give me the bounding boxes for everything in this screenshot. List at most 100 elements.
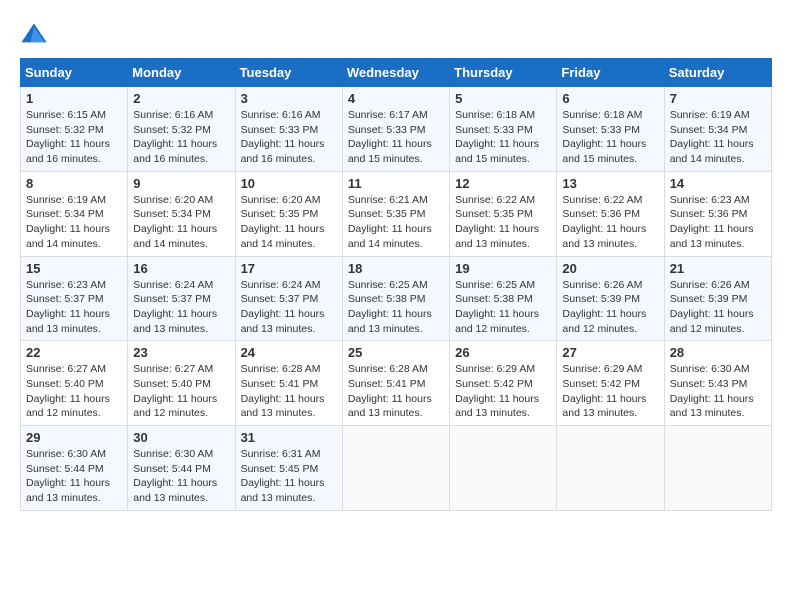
day-number: 15 <box>26 261 122 276</box>
day-info: Sunrise: 6:25 AMSunset: 5:38 PMDaylight:… <box>455 278 551 337</box>
day-number: 27 <box>562 345 658 360</box>
day-info: Sunrise: 6:27 AMSunset: 5:40 PMDaylight:… <box>26 362 122 421</box>
calendar-cell: 21 Sunrise: 6:26 AMSunset: 5:39 PMDayligh… <box>664 256 771 341</box>
calendar-cell: 9Sunrise: 6:20 AMSunset: 5:34 PMDaylight… <box>128 171 235 256</box>
day-info: Sunrise: 6:16 AMSunset: 5:32 PMDaylight:… <box>133 108 229 167</box>
calendar-cell: 26 Sunrise: 6:29 AMSunset: 5:42 PMDayligh… <box>450 341 557 426</box>
calendar-cell: 4 Sunrise: 6:17 AMSunset: 5:33 PMDaylight… <box>342 87 449 172</box>
day-info: Sunrise: 6:24 AMSunset: 5:37 PMDaylight:… <box>133 278 229 337</box>
calendar-cell: 27 Sunrise: 6:29 AMSunset: 5:42 PMDayligh… <box>557 341 664 426</box>
calendar-cell: 25 Sunrise: 6:28 AMSunset: 5:41 PMDayligh… <box>342 341 449 426</box>
calendar-cell: 23 Sunrise: 6:27 AMSunset: 5:40 PMDayligh… <box>128 341 235 426</box>
day-number: 3 <box>241 91 337 106</box>
calendar-week-4: 22 Sunrise: 6:27 AMSunset: 5:40 PMDayligh… <box>21 341 772 426</box>
day-info: Sunrise: 6:18 AMSunset: 5:33 PMDaylight:… <box>562 108 658 167</box>
calendar-cell: 7Sunrise: 6:19 AMSunset: 5:34 PMDaylight… <box>664 87 771 172</box>
day-number: 24 <box>241 345 337 360</box>
calendar-table: SundayMondayTuesdayWednesdayThursdayFrid… <box>20 58 772 511</box>
day-number: 14 <box>670 176 766 191</box>
calendar-cell: 5 Sunrise: 6:18 AMSunset: 5:33 PMDaylight… <box>450 87 557 172</box>
calendar-cell: 2 Sunrise: 6:16 AMSunset: 5:32 PMDaylight… <box>128 87 235 172</box>
day-info: Sunrise: 6:20 AMSunset: 5:35 PMDaylight:… <box>241 193 337 252</box>
day-number: 13 <box>562 176 658 191</box>
day-number: 30 <box>133 430 229 445</box>
day-number: 2 <box>133 91 229 106</box>
day-number: 26 <box>455 345 551 360</box>
calendar-cell: 11 Sunrise: 6:21 AMSunset: 5:35 PMDayligh… <box>342 171 449 256</box>
day-number: 20 <box>562 261 658 276</box>
day-info: Sunrise: 6:19 AMSunset: 5:34 PMDaylight:… <box>670 108 766 167</box>
day-number: 22 <box>26 345 122 360</box>
day-number: 21 <box>670 261 766 276</box>
calendar-cell: 6 Sunrise: 6:18 AMSunset: 5:33 PMDaylight… <box>557 87 664 172</box>
calendar-cell: 28 Sunrise: 6:30 AMSunset: 5:43 PMDayligh… <box>664 341 771 426</box>
day-number: 1 <box>26 91 122 106</box>
day-info: Sunrise: 6:24 AMSunset: 5:37 PMDaylight:… <box>241 278 337 337</box>
calendar-cell: 24 Sunrise: 6:28 AMSunset: 5:41 PMDayligh… <box>235 341 342 426</box>
calendar-cell: 19 Sunrise: 6:25 AMSunset: 5:38 PMDayligh… <box>450 256 557 341</box>
day-number: 17 <box>241 261 337 276</box>
calendar-cell: 18 Sunrise: 6:25 AMSunset: 5:38 PMDayligh… <box>342 256 449 341</box>
day-info: Sunrise: 6:23 AMSunset: 5:36 PMDaylight:… <box>670 193 766 252</box>
calendar-cell: 20 Sunrise: 6:26 AMSunset: 5:39 PMDayligh… <box>557 256 664 341</box>
day-info: Sunrise: 6:30 AMSunset: 5:44 PMDaylight:… <box>133 447 229 506</box>
day-info: Sunrise: 6:18 AMSunset: 5:33 PMDaylight:… <box>455 108 551 167</box>
day-info: Sunrise: 6:29 AMSunset: 5:42 PMDaylight:… <box>455 362 551 421</box>
calendar-cell: 15 Sunrise: 6:23 AMSunset: 5:37 PMDayligh… <box>21 256 128 341</box>
weekday-header-friday: Friday <box>557 59 664 87</box>
weekday-header-wednesday: Wednesday <box>342 59 449 87</box>
calendar-cell <box>450 426 557 511</box>
day-info: Sunrise: 6:28 AMSunset: 5:41 PMDaylight:… <box>348 362 444 421</box>
day-number: 18 <box>348 261 444 276</box>
day-info: Sunrise: 6:22 AMSunset: 5:36 PMDaylight:… <box>562 193 658 252</box>
day-info: Sunrise: 6:26 AMSunset: 5:39 PMDaylight:… <box>670 278 766 337</box>
day-info: Sunrise: 6:21 AMSunset: 5:35 PMDaylight:… <box>348 193 444 252</box>
day-info: Sunrise: 6:20 AMSunset: 5:34 PMDaylight:… <box>133 193 229 252</box>
calendar-cell <box>557 426 664 511</box>
day-number: 25 <box>348 345 444 360</box>
day-info: Sunrise: 6:25 AMSunset: 5:38 PMDaylight:… <box>348 278 444 337</box>
day-number: 23 <box>133 345 229 360</box>
day-number: 10 <box>241 176 337 191</box>
calendar-cell <box>342 426 449 511</box>
page-header <box>20 20 772 48</box>
day-number: 4 <box>348 91 444 106</box>
weekday-header-sunday: Sunday <box>21 59 128 87</box>
day-info: Sunrise: 6:29 AMSunset: 5:42 PMDaylight:… <box>562 362 658 421</box>
calendar-cell: 22 Sunrise: 6:27 AMSunset: 5:40 PMDayligh… <box>21 341 128 426</box>
weekday-header-monday: Monday <box>128 59 235 87</box>
day-number: 19 <box>455 261 551 276</box>
day-info: Sunrise: 6:15 AMSunset: 5:32 PMDaylight:… <box>26 108 122 167</box>
calendar-cell: 8Sunrise: 6:19 AMSunset: 5:34 PMDaylight… <box>21 171 128 256</box>
day-number: 31 <box>241 430 337 445</box>
calendar-cell: 29 Sunrise: 6:30 AMSunset: 5:44 PMDayligh… <box>21 426 128 511</box>
day-number: 12 <box>455 176 551 191</box>
logo-icon <box>20 20 48 48</box>
calendar-cell: 1 Sunrise: 6:15 AMSunset: 5:32 PMDaylight… <box>21 87 128 172</box>
day-number: 6 <box>562 91 658 106</box>
calendar-cell: 31Sunrise: 6:31 AMSunset: 5:45 PMDayligh… <box>235 426 342 511</box>
day-info: Sunrise: 6:23 AMSunset: 5:37 PMDaylight:… <box>26 278 122 337</box>
day-info: Sunrise: 6:16 AMSunset: 5:33 PMDaylight:… <box>241 108 337 167</box>
calendar-week-3: 15 Sunrise: 6:23 AMSunset: 5:37 PMDayligh… <box>21 256 772 341</box>
calendar-week-1: 1 Sunrise: 6:15 AMSunset: 5:32 PMDaylight… <box>21 87 772 172</box>
day-info: Sunrise: 6:30 AMSunset: 5:44 PMDaylight:… <box>26 447 122 506</box>
day-info: Sunrise: 6:30 AMSunset: 5:43 PMDaylight:… <box>670 362 766 421</box>
calendar-cell: 10 Sunrise: 6:20 AMSunset: 5:35 PMDayligh… <box>235 171 342 256</box>
day-number: 11 <box>348 176 444 191</box>
day-info: Sunrise: 6:26 AMSunset: 5:39 PMDaylight:… <box>562 278 658 337</box>
day-number: 28 <box>670 345 766 360</box>
weekday-header-thursday: Thursday <box>450 59 557 87</box>
day-info: Sunrise: 6:28 AMSunset: 5:41 PMDaylight:… <box>241 362 337 421</box>
calendar-cell: 14 Sunrise: 6:23 AMSunset: 5:36 PMDayligh… <box>664 171 771 256</box>
calendar-cell: 13 Sunrise: 6:22 AMSunset: 5:36 PMDayligh… <box>557 171 664 256</box>
day-info: Sunrise: 6:17 AMSunset: 5:33 PMDaylight:… <box>348 108 444 167</box>
calendar-cell: 30 Sunrise: 6:30 AMSunset: 5:44 PMDayligh… <box>128 426 235 511</box>
day-info: Sunrise: 6:27 AMSunset: 5:40 PMDaylight:… <box>133 362 229 421</box>
day-number: 16 <box>133 261 229 276</box>
calendar-cell: 12Sunrise: 6:22 AMSunset: 5:35 PMDayligh… <box>450 171 557 256</box>
day-number: 5 <box>455 91 551 106</box>
day-number: 29 <box>26 430 122 445</box>
logo <box>20 20 50 48</box>
calendar-cell: 17 Sunrise: 6:24 AMSunset: 5:37 PMDayligh… <box>235 256 342 341</box>
